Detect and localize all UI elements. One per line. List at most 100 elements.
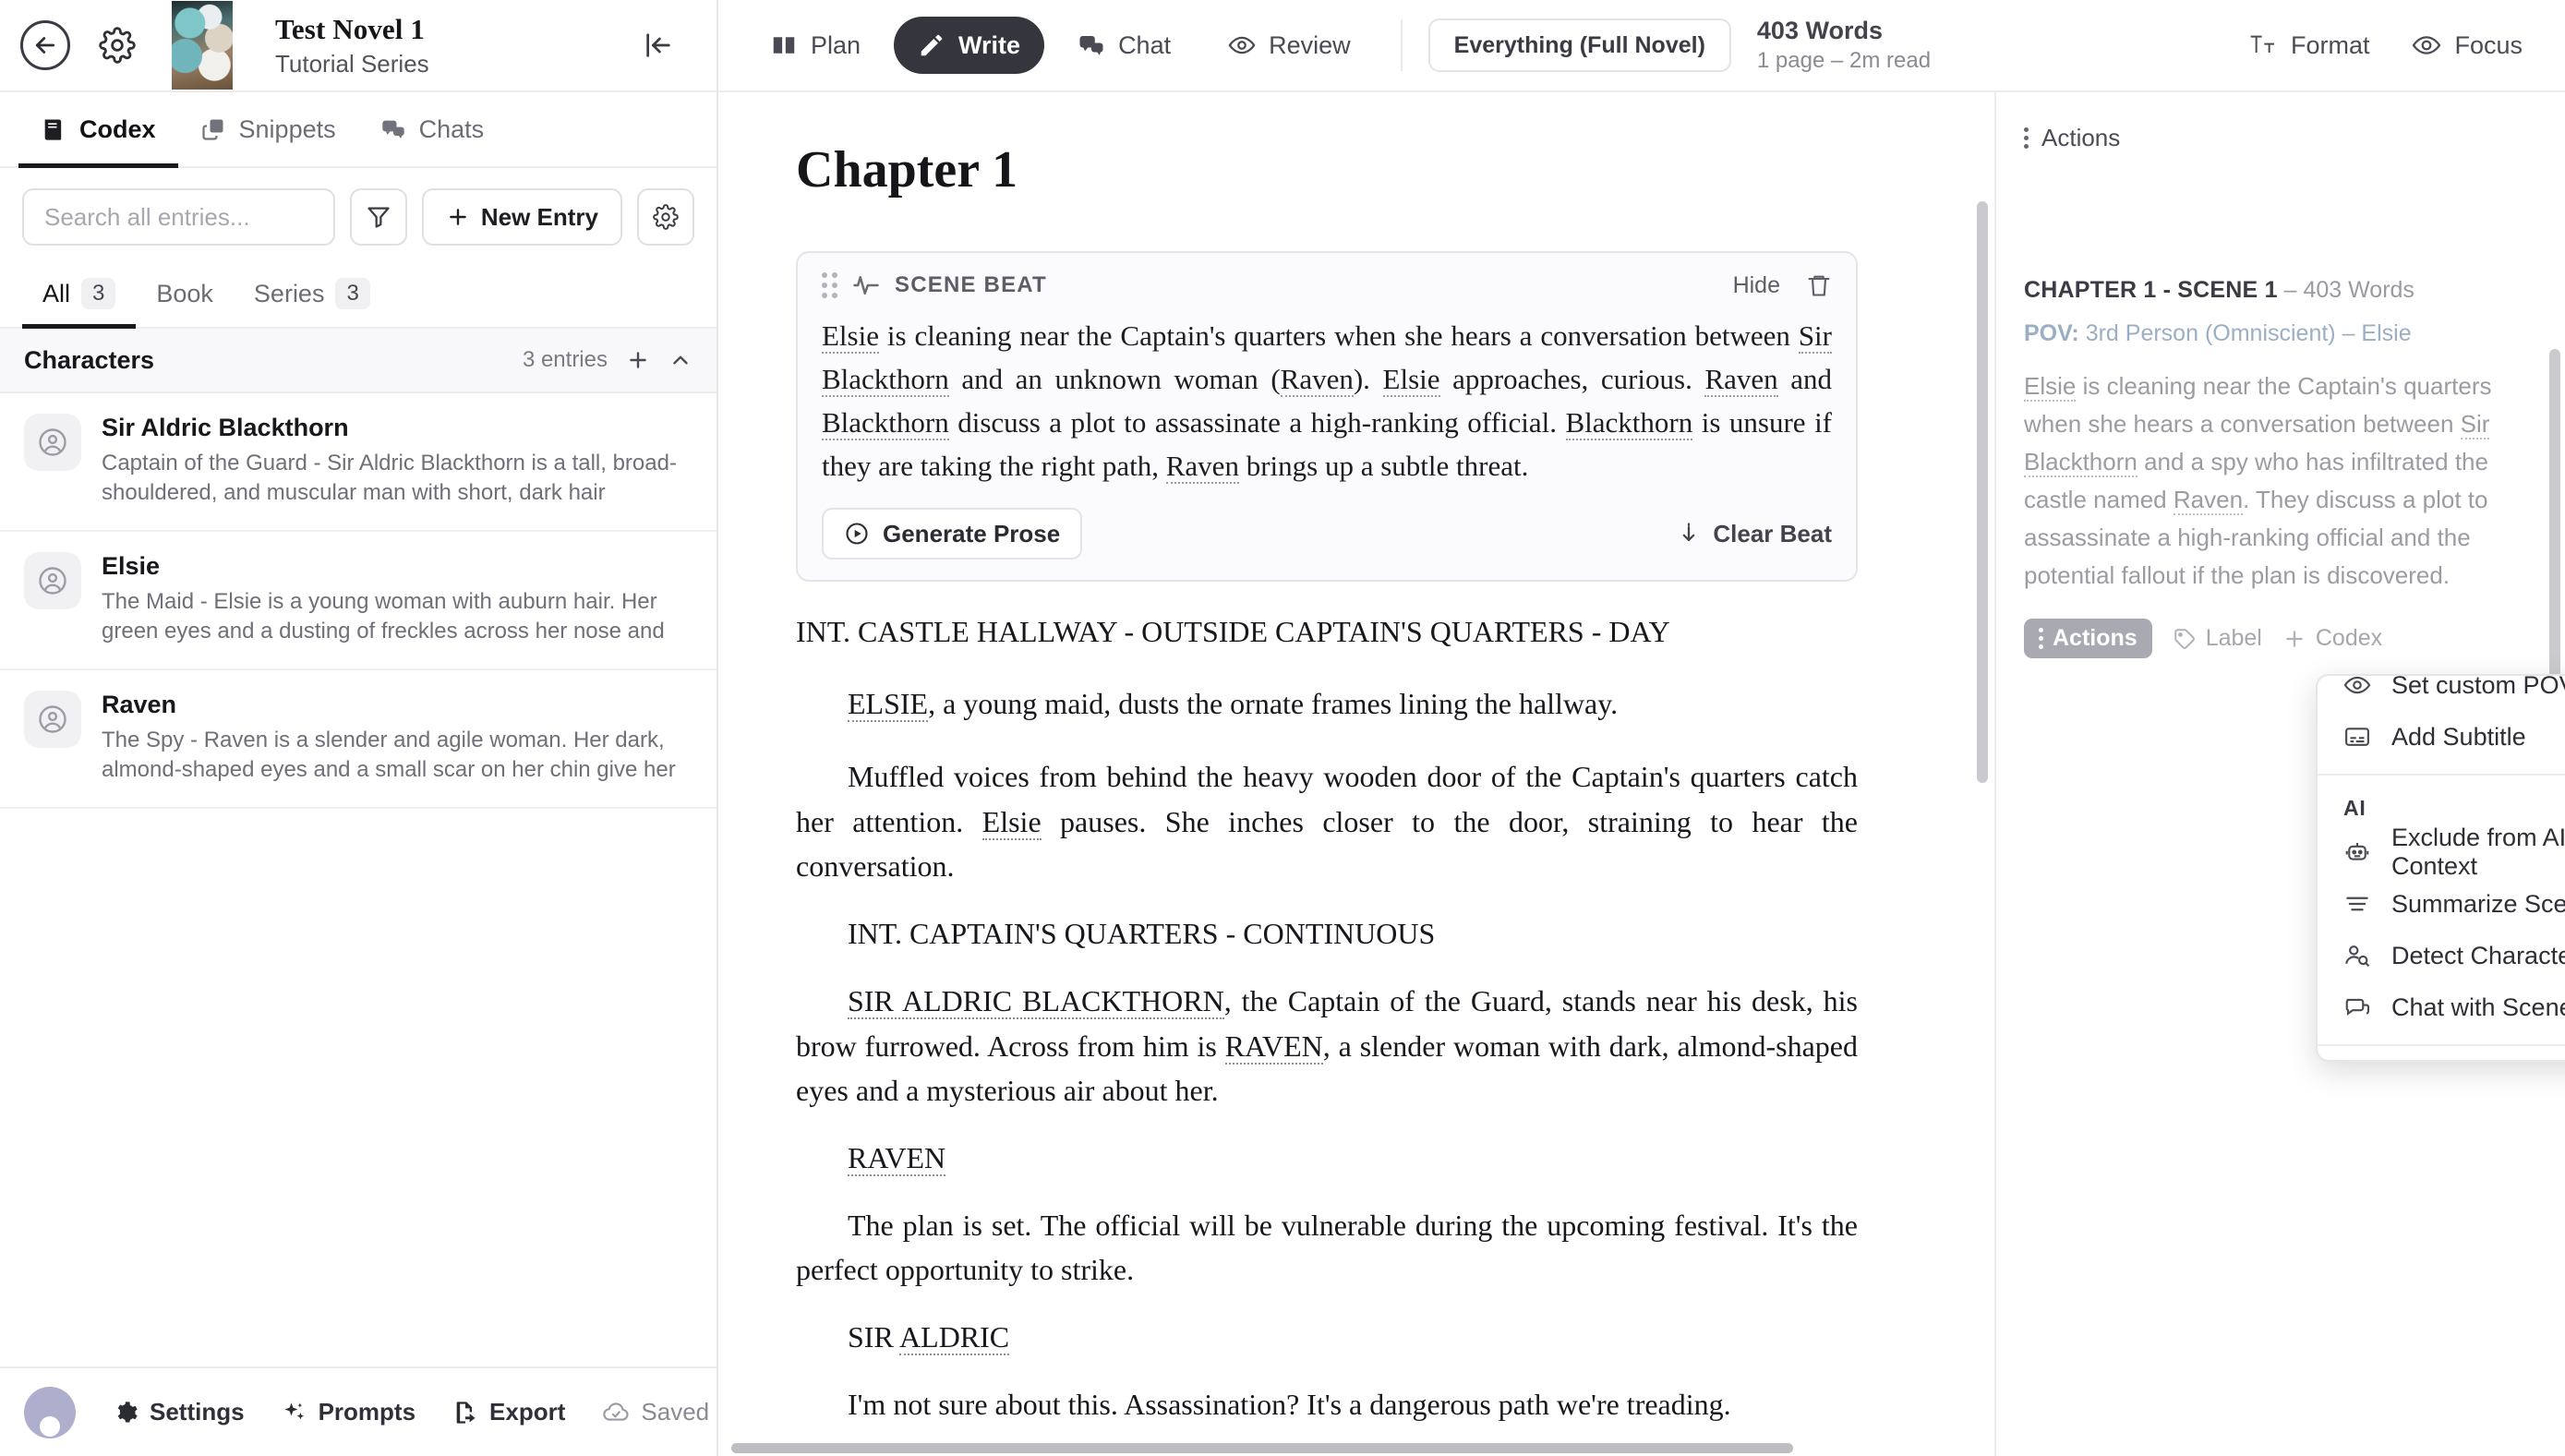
tab-plan[interactable]: Plan [746,17,885,74]
menu-item-set-custom-pov[interactable]: Set custom POV [2329,676,2565,711]
copy-icon [200,116,226,142]
scene-beat-text[interactable]: Elsie is cleaning near the Captain's qua… [822,314,1832,487]
word-count: 403 Words [1756,17,1883,44]
codex-settings-button[interactable] [637,188,694,246]
hide-beat-button[interactable]: Hide [1733,272,1780,299]
scope-selector[interactable]: Everything (Full Novel) [1427,18,1731,72]
codex-mention[interactable]: RAVEN [848,1140,946,1176]
book-cover-image [172,1,233,90]
sidebar-header: Test Novel 1 Tutorial Series [0,0,717,92]
codex-mention[interactable]: SIR ALDRIC BLACKTHORN [848,983,1224,1019]
clear-beat-button[interactable]: Clear Beat [1676,520,1832,548]
filter-all[interactable]: All 3 [22,260,137,329]
format-button[interactable]: Format [2248,30,2369,60]
codex-mention[interactable]: Elsie [822,319,879,354]
search-input[interactable] [44,202,313,232]
list-item[interactable]: Sir Aldric Blackthorn Captain of the Gua… [0,393,717,532]
sidebar-tab-snippets[interactable]: Snippets [178,92,358,166]
menu-item-exclude-from-ai-context[interactable]: Exclude from AI Context [2329,824,2565,880]
codex-mention[interactable]: Elsie [981,804,1042,840]
group-header-characters[interactable]: Characters 3 entries [0,329,717,393]
document-hscrollbar-thumb[interactable] [731,1443,1793,1453]
scene-beat-header-actions: Hide [1733,272,1832,299]
footer-export-button[interactable]: Export [452,1398,565,1426]
main-area: Plan Write Chat Review Everything (Full … [718,0,2565,1456]
codex-mention[interactable]: ELSIE [848,687,929,723]
scene-beat-footer: Generate Prose Clear Beat [822,508,1832,560]
scene-label-button[interactable]: Label [2173,625,2262,652]
search-box[interactable] [22,188,335,246]
back-button[interactable] [20,20,70,70]
scene-actions-top-button[interactable]: Actions [2024,124,2537,152]
codex-mention[interactable]: Elsie [2024,372,2077,402]
sidebar-tab-chats[interactable]: Chats [358,92,507,166]
codex-mention[interactable]: RAVEN [1224,1029,1323,1065]
clear-beat-label: Clear Beat [1713,519,1832,548]
focus-button[interactable]: Focus [2412,30,2523,60]
scene-button-row: Actions Label Codex [2024,619,2537,659]
chat-bubbles-icon [380,116,406,142]
avatar [24,691,81,748]
document-hscrollbar[interactable] [718,1441,1993,1456]
drag-handle-icon[interactable] [822,272,837,298]
scene-label-label: Label [2205,625,2262,652]
filter-button[interactable] [349,188,407,246]
scene-pov[interactable]: POV: 3rd Person (Omniscient) – Elsie [2024,320,2537,347]
codex-mention[interactable]: Raven [1704,363,1778,398]
codex-mention[interactable]: ALDRIC [899,1320,1010,1356]
scene-codex-button[interactable]: Codex [2282,625,2382,652]
person-icon [36,703,69,736]
generate-prose-button[interactable]: Generate Prose [822,508,1083,560]
avatar [24,552,81,609]
menu-item-summarize-scene[interactable]: Summarize Scene [2329,878,2565,930]
document-scrollbar-thumb[interactable] [1977,201,1988,783]
group-header-actions: 3 entries [523,347,692,373]
menu-item-add-subtitle[interactable]: Add Subtitle [2329,711,2565,763]
tab-review[interactable]: Review [1204,17,1375,74]
new-entry-button[interactable]: New Entry [421,188,622,246]
codex-mention[interactable]: Raven [1280,363,1354,398]
left-sidebar: Test Novel 1 Tutorial Series Codex Snipp… [0,0,718,1456]
filter-series[interactable]: Series 3 [234,260,391,327]
text-run: discuss a plot to assassinate a high-ran… [948,406,1566,439]
scene-header-title: CHAPTER 1 - SCENE 1 [2024,277,2278,303]
plus-icon[interactable] [626,348,650,372]
chevron-up-icon[interactable] [668,348,692,372]
text-run: is cleaning near the Captain's quarters … [879,319,1799,352]
mode-tab-label: Plan [811,30,861,59]
cloud-check-icon [602,1399,630,1426]
codex-mention[interactable]: Raven [2173,486,2244,516]
sidebar-tab-codex[interactable]: Codex [18,92,178,168]
codex-mention[interactable]: Blackthorn [1565,406,1693,441]
filter-book[interactable]: Book [136,260,234,327]
footer-settings-button[interactable]: Settings [113,1398,245,1426]
document-scrollbar[interactable] [1974,92,1991,1456]
scene-actions-button[interactable]: Actions [2024,619,2152,659]
codex-mention[interactable]: Blackthorn [822,406,949,441]
user-avatar[interactable] [24,1386,76,1438]
tab-write[interactable]: Write [894,17,1045,74]
menu-item-chat-with-scene[interactable]: Chat with Scene [2329,981,2565,1033]
sidebar-settings-button[interactable] [92,20,142,70]
eye-icon [2343,676,2371,699]
robot-icon [2343,838,2371,866]
menu-item-duplicate-scene[interactable]: Duplicate Scene [2329,1057,2565,1060]
tab-chat[interactable]: Chat [1054,17,1195,74]
list-item[interactable]: Raven The Spy - Raven is a slender and a… [0,670,717,809]
menu-items: Set custom POV Add Subtitle AI Exclude from… [2318,676,2565,1060]
codex-mention[interactable]: Elsie [1382,363,1440,398]
trash-icon[interactable] [1806,272,1832,298]
pencil-icon [918,31,945,59]
book-meta: Test Novel 1 Tutorial Series [275,13,429,78]
footer-prompts-button[interactable]: Prompts [282,1398,415,1426]
list-item[interactable]: Elsie The Maid - Elsie is a young woman … [0,532,717,670]
mode-tabs: Plan Write Chat Review [746,17,1375,74]
collapse-sidebar-button[interactable] [643,30,674,61]
codex-mention[interactable]: Raven [1165,450,1239,485]
eye-icon [1228,31,1256,59]
person-icon [36,426,69,459]
menu-item-detect-characters[interactable]: Detect Characters [2329,930,2565,981]
menu-section-header: AI [2343,796,2366,820]
prose-body[interactable]: INT. CASTLE HALLWAY - OUTSIDE CAPTAIN'S … [770,609,1884,1426]
scene-actions-menu[interactable]: Set custom POV Add Subtitle AI Exclude from… [2316,674,2565,1062]
